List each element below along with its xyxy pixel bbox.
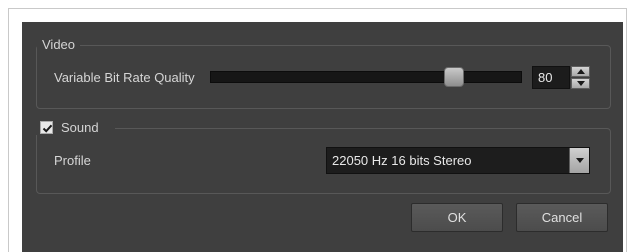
chevron-down-icon xyxy=(575,158,584,163)
sound-checkbox[interactable] xyxy=(40,121,53,134)
cancel-button[interactable]: Cancel xyxy=(516,203,608,232)
spin-up-button[interactable] xyxy=(571,66,590,77)
profile-dropdown-button[interactable] xyxy=(569,148,589,173)
profile-label: Profile xyxy=(54,153,91,168)
quality-label: Variable Bit Rate Quality xyxy=(54,70,195,85)
spin-down-button[interactable] xyxy=(571,78,590,89)
export-settings-dialog: Video Variable Bit Rate Quality 80 Sound… xyxy=(22,22,623,252)
sound-group-title[interactable]: Sound xyxy=(59,121,103,135)
quality-slider-handle[interactable] xyxy=(443,67,464,87)
arrow-down-icon xyxy=(576,81,585,86)
quality-spinbox[interactable]: 80 xyxy=(532,66,570,89)
video-group-title: Video xyxy=(37,38,81,52)
quality-slider-track[interactable] xyxy=(210,71,522,83)
ok-button[interactable]: OK xyxy=(411,203,503,232)
arrow-up-icon xyxy=(576,69,585,74)
checkmark-icon xyxy=(42,124,53,133)
profile-select[interactable]: 22050 Hz 16 bits Stereo xyxy=(326,147,590,174)
